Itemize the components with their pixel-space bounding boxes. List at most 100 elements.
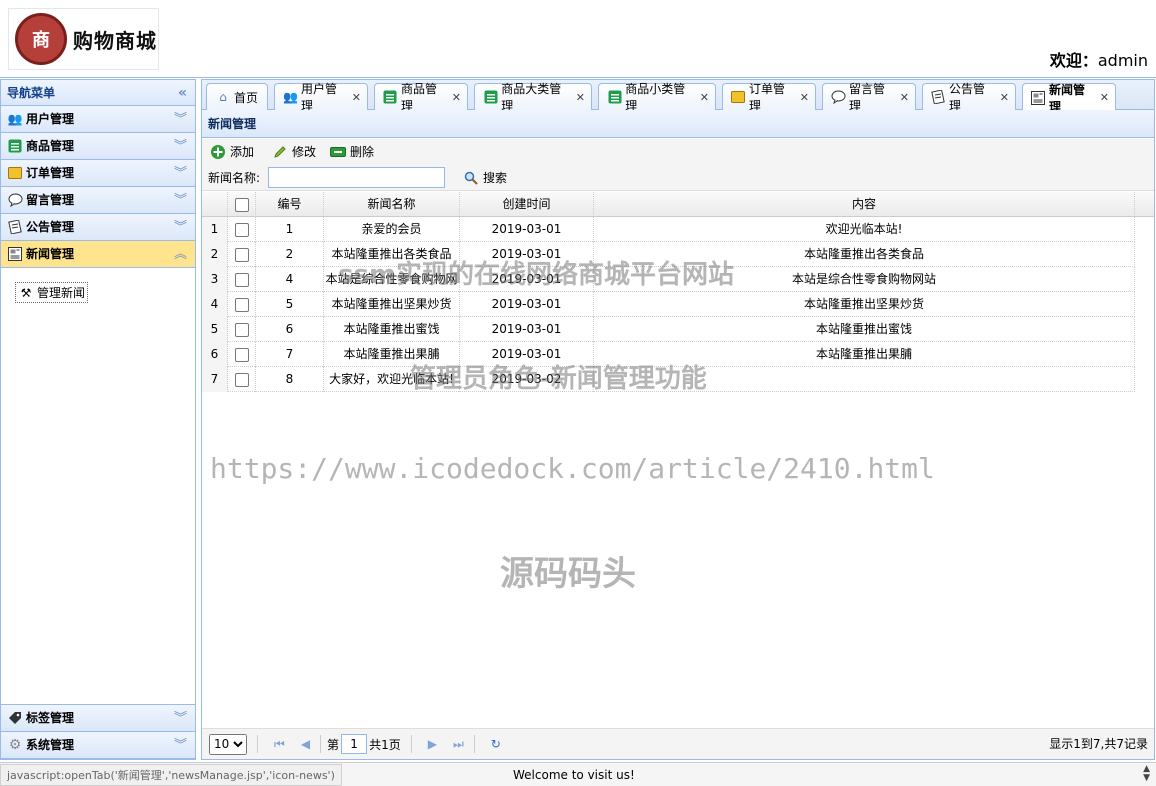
nav-item-news[interactable]: 新闻管理 ︽ [1,241,195,268]
tab-category-small[interactable]: 商品小类管理 ✕ [598,82,716,113]
table-row[interactable]: 4 5 本站隆重推出坚果炒货 2019-03-01 本站隆重推出坚果炒货 [202,292,1135,317]
refresh-icon[interactable]: ↻ [491,737,501,751]
chevron-down-icon[interactable]: ︾ [174,214,187,241]
column-header[interactable]: 编号 [256,192,324,217]
close-icon[interactable]: ✕ [352,91,361,104]
chevron-up-icon[interactable]: ︽ [174,241,187,268]
main-content: ⌂ 首页 👥 用户管理 ✕ 商品管理 ✕ 商品大类管理 ✕ 商品小类管理 ✕ 订… [201,79,1155,760]
tab-messages[interactable]: 留言管理 ✕ [822,82,916,113]
close-icon[interactable]: ✕ [576,91,585,104]
comment-icon [7,192,23,208]
page-number-input[interactable] [341,734,368,754]
users-icon: 👥 [7,111,23,126]
nav-item-users[interactable]: 👥 用户管理 ︾ [1,106,195,133]
tab-goods[interactable]: 商品管理 ✕ [374,82,468,113]
select-all-checkbox[interactable] [234,197,249,212]
tab-news[interactable]: 新闻管理 ✕ [1022,83,1116,114]
nav-item-notices[interactable]: 公告管理 ︾ [1,214,195,241]
chevron-down-icon[interactable]: ︾ [174,705,187,732]
search-label: 新闻名称: [208,171,261,185]
nav-item-goods[interactable]: 商品管理 ︾ [1,133,195,160]
close-icon[interactable]: ✕ [800,91,809,104]
chevron-down-icon[interactable]: ︾ [174,187,187,214]
tab-category-big[interactable]: 商品大类管理 ✕ [474,82,592,113]
table-row[interactable]: 2 2 本站隆重推出各类食品 2019-03-01 本站隆重推出各类食品 [202,242,1135,267]
nav-item-messages[interactable]: 留言管理 ︾ [1,187,195,214]
welcome-text: 欢迎：admin [1050,47,1148,71]
prev-page-icon[interactable]: ◀ [301,737,310,751]
divider [257,735,258,753]
close-icon[interactable]: ✕ [700,91,709,104]
row-checkbox[interactable] [234,322,249,337]
tab-home[interactable]: ⌂ 首页 [206,83,268,110]
first-page-icon[interactable]: ⏮ [274,737,285,752]
row-checkbox[interactable] [234,272,249,287]
close-icon[interactable]: ✕ [452,91,461,104]
tab-notices[interactable]: 公告管理 ✕ [922,82,1016,113]
column-header[interactable]: 创建时间 [460,192,594,217]
column-header[interactable]: 内容 [594,192,1135,217]
close-icon[interactable]: ✕ [1000,91,1009,104]
chevron-down-icon[interactable]: ︾ [174,106,187,133]
row-checkbox[interactable] [234,297,249,312]
pager-info: 显示1到7,共7记录 [1049,737,1148,751]
row-checkbox-cell[interactable] [228,217,256,242]
tab-orders[interactable]: 订单管理 ✕ [722,82,816,113]
edit-button[interactable]: 修改 [272,143,316,160]
row-checkbox-cell[interactable] [228,292,256,317]
close-icon[interactable]: ✕ [900,91,909,104]
tab-users[interactable]: 👥 用户管理 ✕ [274,82,368,113]
nav-item-orders[interactable]: 订单管理 ︾ [1,160,195,187]
search-row: 新闻名称: 搜索 [208,167,507,188]
row-checkbox-cell[interactable] [228,242,256,267]
select-all-checkbox-cell[interactable] [228,192,256,217]
row-checkbox[interactable] [234,347,249,362]
page-prefix: 第 [327,737,340,752]
manage-news-link[interactable]: ⚒ 管理新闻 [15,282,89,303]
table-row[interactable]: 7 8 大家好，欢迎光临本站! 2019-03-02 [202,367,1135,392]
divider [473,735,475,753]
nav-item-label: 留言管理 [26,192,75,207]
search-icon [463,170,479,186]
row-checkbox-cell[interactable] [228,342,256,367]
chevron-down-icon[interactable]: ︾ [174,133,187,160]
cell-id: 7 [256,342,324,367]
last-page-icon[interactable]: ⏭ [453,737,464,752]
row-checkbox-cell[interactable] [228,267,256,292]
row-checkbox-cell[interactable] [228,367,256,392]
row-checkbox[interactable] [234,372,249,387]
add-button[interactable]: 添加 [210,143,254,160]
nav-item-tags[interactable]: 标签管理 ︾ [1,705,195,732]
row-checkbox[interactable] [234,222,249,237]
search-button[interactable]: 搜索 [463,169,507,186]
cell-date: 2019-03-01 [460,317,594,342]
page-size-select[interactable]: 10 [209,733,247,755]
column-header[interactable]: 新闻名称 [324,192,460,217]
collapse-left-icon[interactable]: « [178,80,187,106]
remove-icon [330,144,346,160]
cell-id: 1 [256,217,324,242]
cell-id: 2 [256,242,324,267]
chevron-down-icon[interactable]: ︾ [174,732,187,759]
close-icon[interactable]: ✕ [1100,91,1109,104]
row-checkbox-cell[interactable] [228,317,256,342]
delete-button[interactable]: 删除 [330,143,374,160]
table-row[interactable]: 1 1 亲爱的会员 2019-03-01 欢迎光临本站! [202,217,1135,242]
next-page-icon[interactable]: ▶ [428,737,437,751]
nav-item-label: 订单管理 [26,165,75,180]
table-row[interactable]: 6 7 本站隆重推出果脯 2019-03-01 本站隆重推出果脯 [202,342,1135,367]
cell-id: 5 [256,292,324,317]
row-checkbox[interactable] [234,247,249,262]
cell-content [594,367,1135,392]
scroll-arrows-icon[interactable]: ▲ ▼ [1143,765,1150,783]
nav-title-label: 导航菜单 [7,86,56,100]
status-welcome: Welcome to visit us! [513,768,635,782]
nav-item-system[interactable]: ⚙ 系统管理 ︾ [1,732,195,759]
tab-label: 商品小类管理 [625,82,686,113]
nav-item-label: 新闻管理 [26,246,75,261]
rownum-header [202,192,228,217]
chevron-down-icon[interactable]: ︾ [174,160,187,187]
news-name-input[interactable] [268,167,446,188]
table-row[interactable]: 3 4 本站是综合性零食购物网 2019-03-01 本站是综合性零食购物网站 [202,267,1135,292]
table-row[interactable]: 5 6 本站隆重推出蜜饯 2019-03-01 本站隆重推出蜜饯 [202,317,1135,342]
